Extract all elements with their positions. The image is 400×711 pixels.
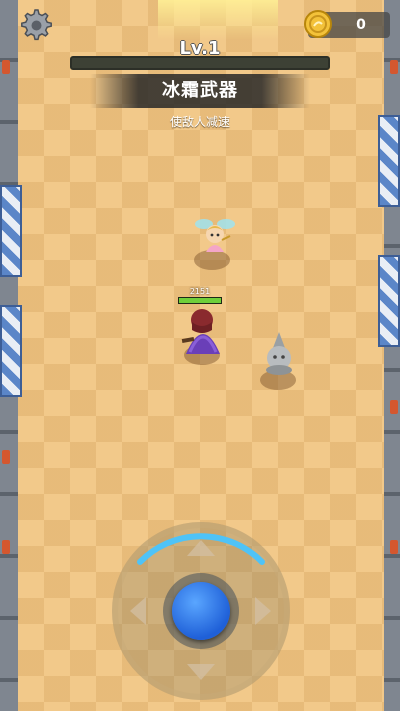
- wall-bolt: [2, 60, 10, 74]
- wall-banner: [0, 305, 22, 397]
- joystick-right-arrow-icon: [255, 597, 271, 625]
- xp-bar: [70, 56, 330, 70]
- wall-bolt: [2, 450, 10, 464]
- wall-banner: [378, 115, 400, 207]
- wall-banner: [0, 185, 22, 277]
- wall-bolt: [390, 540, 398, 554]
- stone-enemy-sprite: [266, 332, 292, 375]
- wall-banner: [378, 255, 400, 347]
- player-hp-bar: [178, 297, 222, 304]
- player-hp-fill: [179, 298, 221, 303]
- player-hp-text: 2151: [189, 287, 211, 296]
- wall-bolt: [390, 60, 398, 74]
- joystick-up-arrow-icon: [187, 540, 215, 556]
- skill-description: 使敌人减速: [169, 115, 230, 129]
- gear-icon: [21, 9, 52, 41]
- joystick-down-arrow-icon: [187, 664, 215, 680]
- settings-button[interactable]: [16, 6, 54, 44]
- fairy-sprite: [195, 219, 235, 252]
- joystick-knob[interactable]: [172, 582, 230, 640]
- wall-bolt: [2, 540, 10, 554]
- joystick-left-arrow-icon: [130, 597, 146, 625]
- coin-count: 0: [356, 17, 366, 33]
- coin-icon: [304, 10, 332, 38]
- wall-bolt: [390, 400, 398, 414]
- player-hero-sprite: [181, 309, 220, 354]
- skill-title: 冰霜武器: [162, 80, 238, 101]
- exit-gate-glow: [158, 0, 278, 40]
